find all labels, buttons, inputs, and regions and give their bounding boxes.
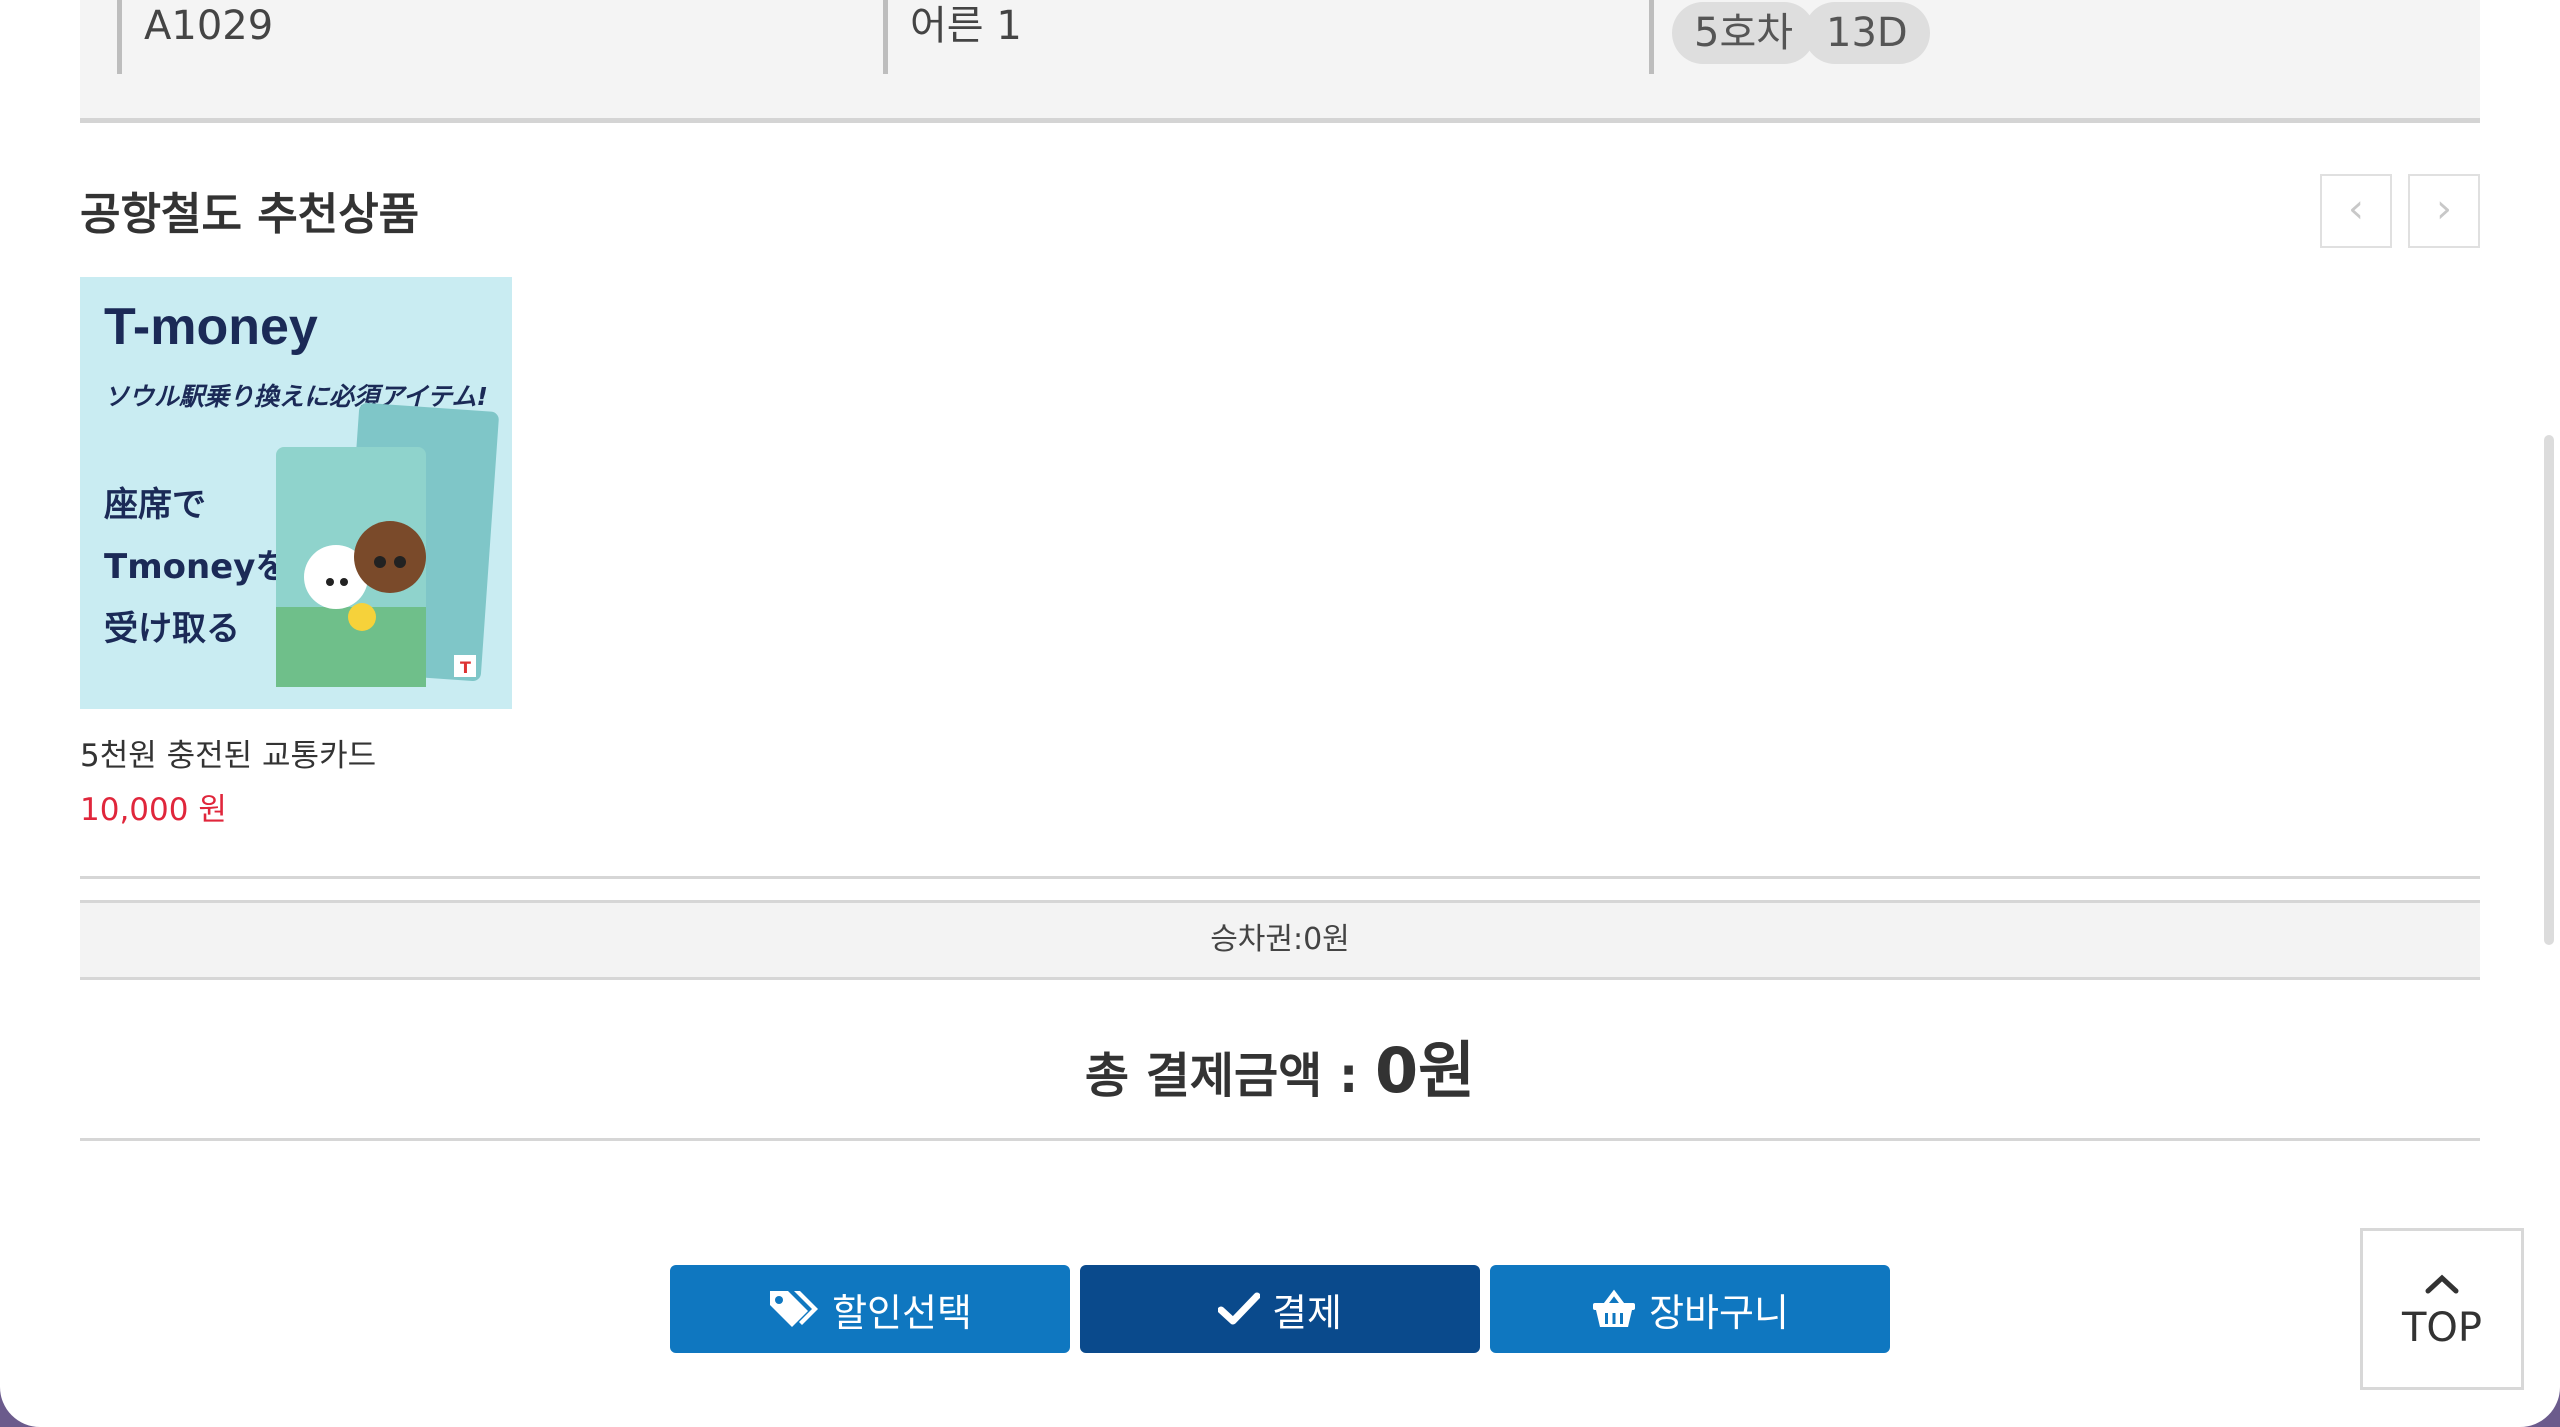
product-name[interactable]: 5천원 충전된 교통카드 [80,730,376,775]
svg-text:T: T [460,658,471,677]
seat-badge: 13D [1804,2,1930,64]
chevron-up-icon [2425,1274,2459,1294]
train-no-cell: A1029 [117,0,822,74]
total-divider [80,1138,2480,1141]
section-divider [80,876,2480,879]
basket-icon [1593,1289,1636,1327]
total-label: 총 결제금액 : [1084,1048,1375,1104]
carousel-prev-button[interactable]: ‹ [2320,174,2392,248]
train-no: A1029 [144,3,274,49]
scroll-top-label: TOP [2401,1305,2483,1351]
product-image[interactable]: T-money ソウル駅乗り換えに必須アイテム! 座席で Tmoneyを 受け取… [80,277,512,709]
recommend-title: 공항철도 추천상품 [80,189,420,240]
carousel-next-button[interactable]: › [2408,174,2480,248]
pay-label: 결제 [1272,1290,1342,1335]
check-icon [1218,1292,1261,1325]
car-badge: 5호차 [1672,2,1816,64]
seat-cell: 5호차 13D [1649,0,2354,74]
product-price: 10,000 원 [80,792,227,828]
pay-button[interactable]: 결제 [1080,1265,1480,1353]
passenger-cell: 어른 1 [883,0,1588,74]
scrollbar[interactable] [2544,435,2554,945]
page-frame: A1029 어른 1 5호차 13D 공항철도 추천상품 ‹ › T-money… [0,0,2560,1427]
total-amount: 0원 [1374,1034,1476,1107]
discount-label: 할인선택 [832,1290,972,1335]
ticket-info-panel: A1029 어른 1 5호차 13D [80,0,2480,123]
cart-button[interactable]: 장바구니 [1490,1265,1890,1353]
tmoney-card-illustration: T [276,402,499,687]
ticket-fare: 승차권:0원 [1210,922,1350,957]
ticket-fare-bar: 승차권:0원 [80,900,2480,980]
total-payment: 총 결제금액 : 0원 [80,1020,2480,1110]
tag-icon [770,1291,819,1327]
cart-label: 장바구니 [1649,1290,1789,1335]
scroll-top-button[interactable]: TOP [2360,1228,2524,1390]
passenger-count: 어른 1 [910,3,1022,49]
chevron-left-icon: ‹ [2348,186,2364,232]
discount-button[interactable]: 할인선택 [670,1265,1070,1353]
chevron-right-icon: › [2436,186,2452,232]
